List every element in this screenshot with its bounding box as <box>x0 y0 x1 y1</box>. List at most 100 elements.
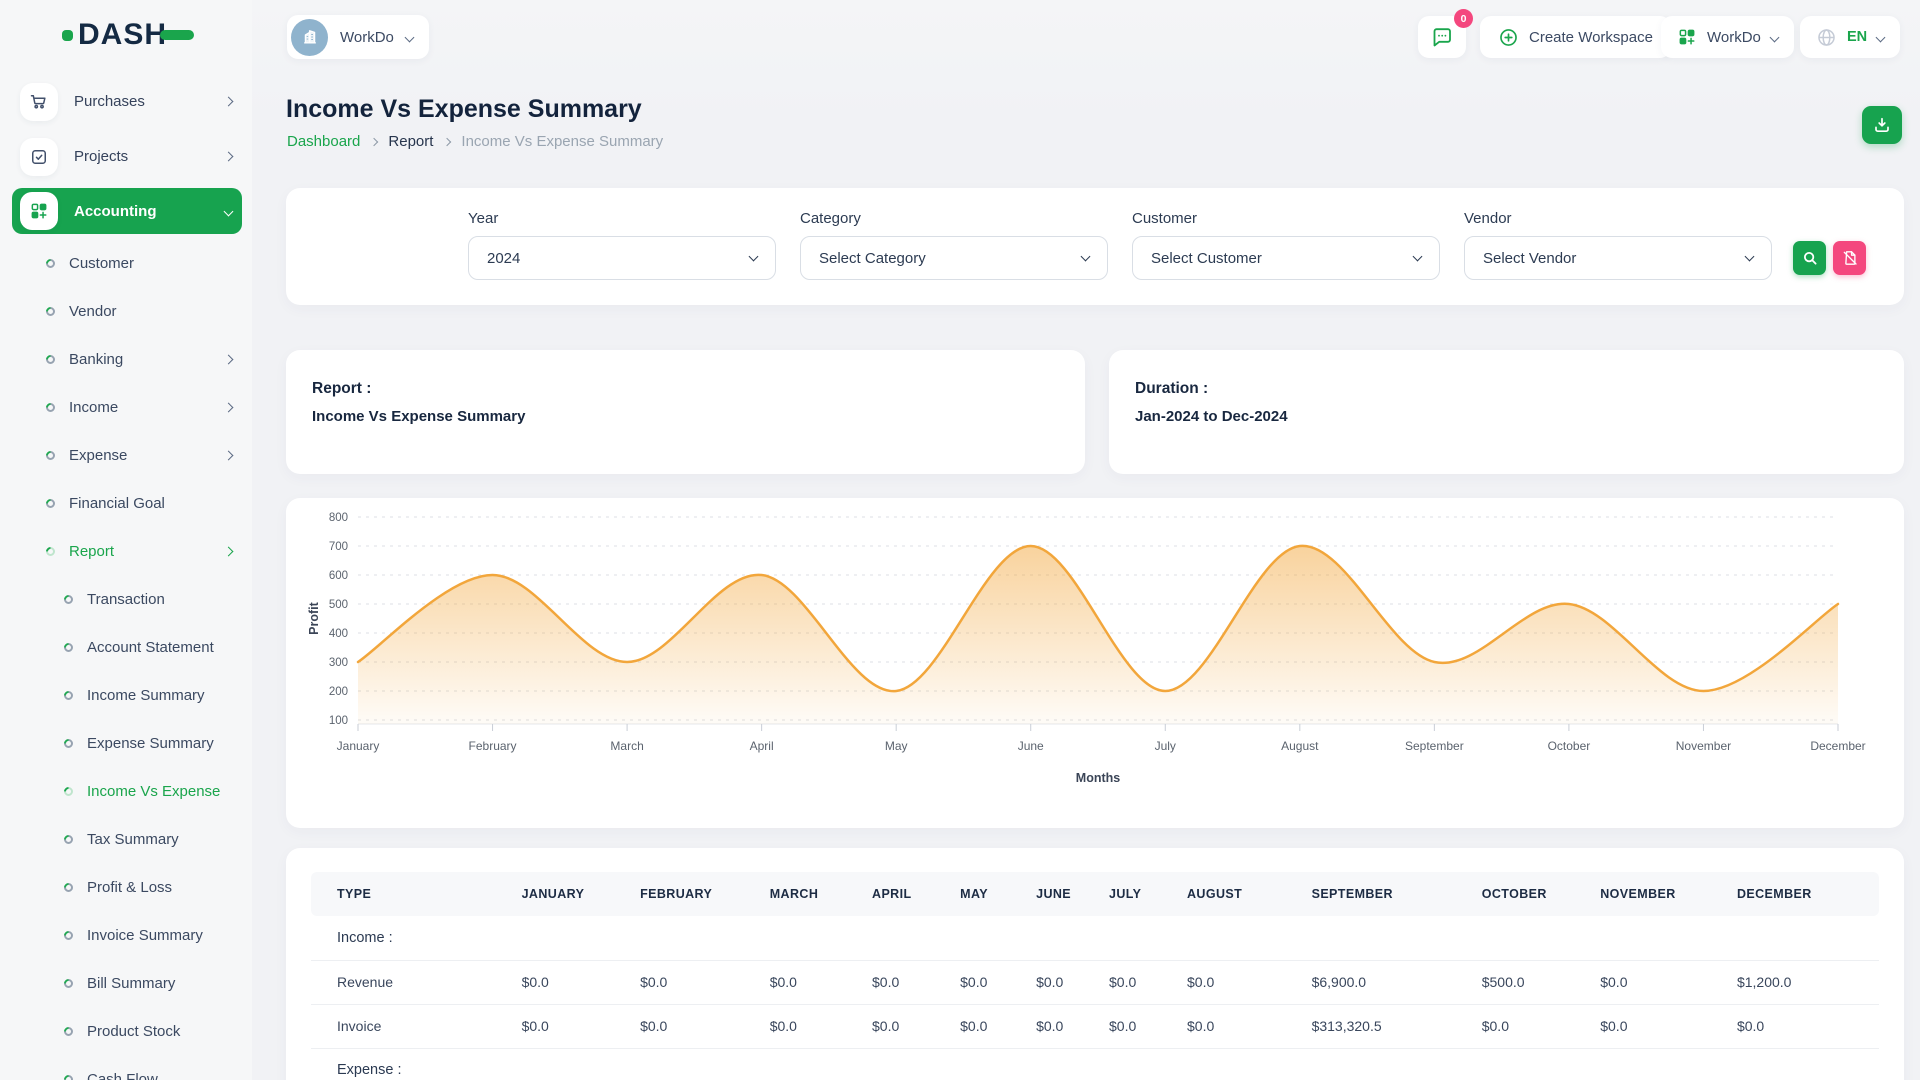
bullet-icon <box>62 881 75 894</box>
language-selector[interactable]: EN <box>1800 16 1900 58</box>
sidebar-item-accounting[interactable]: Accounting <box>12 188 242 234</box>
logo-bar <box>160 30 194 40</box>
sidebar-item-bill-summary[interactable]: Bill Summary <box>12 959 242 1007</box>
column-header-january: JANUARY <box>514 872 633 916</box>
search-icon <box>1801 249 1819 267</box>
svg-text:April: April <box>750 739 774 753</box>
chevron-down-icon <box>1769 32 1779 42</box>
sidebar-item-tax-summary[interactable]: Tax Summary <box>12 815 242 863</box>
sidebar-item-account-statement[interactable]: Account Statement <box>12 623 242 671</box>
logo-dot <box>62 30 73 41</box>
sidebar-item-report[interactable]: Report <box>12 527 242 575</box>
sidebar-item-label: Customer <box>69 255 232 272</box>
bullet-icon <box>62 1073 75 1080</box>
sidebar-item-label: Cash Flow <box>87 1071 232 1080</box>
breadcrumb-report[interactable]: Report <box>388 133 433 150</box>
chevron-down-icon <box>1081 252 1091 262</box>
svg-text:500: 500 <box>329 599 348 611</box>
checkbox-icon <box>20 138 58 176</box>
download-button[interactable] <box>1862 106 1902 144</box>
svg-text:200: 200 <box>329 686 348 698</box>
customer-filter: CustomerSelect Customer <box>1132 210 1440 280</box>
workspace-name: WorkDo <box>340 29 394 46</box>
sidebar-item-cash-flow[interactable]: Cash Flow <box>12 1055 242 1080</box>
column-header-march: MARCH <box>762 872 864 916</box>
bullet-icon <box>62 833 75 846</box>
year-select[interactable]: 2024 <box>468 236 776 280</box>
sidebar-item-income[interactable]: Income <box>12 383 242 431</box>
logo-text: DASH <box>78 18 167 52</box>
sidebar-item-expense-summary[interactable]: Expense Summary <box>12 719 242 767</box>
bullet-icon <box>44 449 57 462</box>
sidebar-item-customer[interactable]: Customer <box>12 239 242 287</box>
cart-icon <box>20 83 58 121</box>
sidebar-item-profit-loss[interactable]: Profit & Loss <box>12 863 242 911</box>
column-header-april: APRIL <box>864 872 952 916</box>
sidebar-item-expense[interactable]: Expense <box>12 431 242 479</box>
workspace-switcher[interactable]: WorkDo <box>287 15 429 59</box>
column-header-december: DECEMBER <box>1729 872 1879 916</box>
bullet-icon <box>62 737 75 750</box>
svg-text:400: 400 <box>329 628 348 640</box>
create-workspace-label: Create Workspace <box>1529 29 1653 46</box>
breadcrumb-dashboard[interactable]: Dashboard <box>287 133 360 150</box>
sidebar-item-label: Income Summary <box>87 687 232 704</box>
sidebar-item-invoice-summary[interactable]: Invoice Summary <box>12 911 242 959</box>
messages-button[interactable]: 0 <box>1418 16 1466 58</box>
category-select[interactable]: Select Category <box>800 236 1108 280</box>
grid-plus-icon <box>1677 27 1697 47</box>
bullet-icon <box>62 593 75 606</box>
svg-text:800: 800 <box>329 512 348 524</box>
customer-select[interactable]: Select Customer <box>1132 236 1440 280</box>
column-header-june: JUNE <box>1028 872 1101 916</box>
bullet-icon <box>62 1025 75 1038</box>
chevron-down-icon <box>1413 252 1423 262</box>
bullet-icon <box>44 305 57 318</box>
category-filter: CategorySelect Category <box>800 210 1108 280</box>
bullet-icon <box>44 497 57 510</box>
workspace-avatar <box>291 19 328 56</box>
svg-text:600: 600 <box>329 570 348 582</box>
breadcrumb: Dashboard Report Income Vs Expense Summa… <box>287 133 663 150</box>
search-button[interactable] <box>1793 241 1826 275</box>
sidebar-item-label: Expense <box>69 447 225 464</box>
sidebar-item-banking[interactable]: Banking <box>12 335 242 383</box>
svg-text:700: 700 <box>329 541 348 553</box>
sidebar-item-financial-goal[interactable]: Financial Goal <box>12 479 242 527</box>
workdo-menu-button[interactable]: WorkDo <box>1661 16 1794 58</box>
sidebar-item-label: Purchases <box>74 93 225 110</box>
sidebar-item-transaction[interactable]: Transaction <box>12 575 242 623</box>
sidebar-item-product-stock[interactable]: Product Stock <box>12 1007 242 1055</box>
chevron-down-icon <box>1745 252 1755 262</box>
logo[interactable]: DASH <box>62 18 194 52</box>
sidebar-item-income-summary[interactable]: Income Summary <box>12 671 242 719</box>
sidebar-item-label: Bill Summary <box>87 975 232 992</box>
duration-card-title: Duration : <box>1135 380 1878 398</box>
bullet-icon <box>44 401 57 414</box>
sidebar-item-label: Expense Summary <box>87 735 232 752</box>
table-row-revenue: Revenue$0.0$0.0$0.0$0.0$0.0$0.0$0.0$0.0$… <box>311 960 1879 1004</box>
column-header-november: NOVEMBER <box>1592 872 1729 916</box>
chevron-right-icon <box>224 450 234 460</box>
sidebar-item-income-vs-expense[interactable]: Income Vs Expense <box>12 767 242 815</box>
workdo-menu-label: WorkDo <box>1707 29 1761 46</box>
sidebar-item-projects[interactable]: Projects <box>12 129 242 184</box>
svg-text:May: May <box>885 739 908 753</box>
breadcrumb-current: Income Vs Expense Summary <box>461 133 663 150</box>
svg-text:August: August <box>1281 739 1319 753</box>
plus-circle-icon <box>1498 27 1519 48</box>
sidebar-item-vendor[interactable]: Vendor <box>12 287 242 335</box>
svg-text:January: January <box>337 739 380 753</box>
sidebar-item-purchases[interactable]: Purchases <box>12 74 242 129</box>
sidebar-item-label: Transaction <box>87 591 232 608</box>
reset-filter-button[interactable] <box>1833 241 1866 275</box>
messages-badge: 0 <box>1454 9 1473 28</box>
sidebar-item-label: Invoice Summary <box>87 927 232 944</box>
table-group-row: Expense : <box>311 1048 1879 1080</box>
chevron-right-icon <box>224 354 234 364</box>
globe-icon <box>1816 27 1837 48</box>
file-slash-icon <box>1841 249 1859 267</box>
create-workspace-button[interactable]: Create Workspace <box>1480 16 1671 58</box>
filter-card: Year2024CategorySelect CategoryCustomerS… <box>286 188 1904 305</box>
vendor-select[interactable]: Select Vendor <box>1464 236 1772 280</box>
